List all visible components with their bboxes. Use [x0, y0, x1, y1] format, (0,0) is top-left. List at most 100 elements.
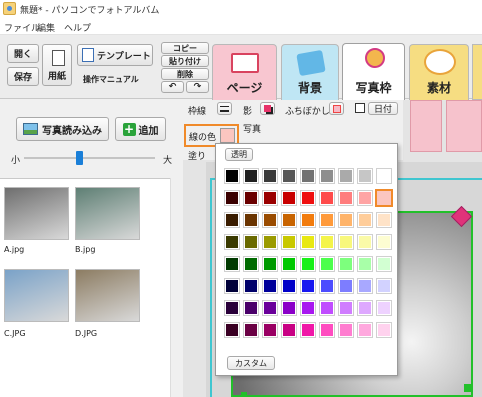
color-swatch[interactable]	[319, 300, 335, 316]
delete-button[interactable]: 削除	[161, 68, 209, 80]
color-swatch[interactable]	[357, 168, 373, 184]
color-swatch[interactable]	[376, 256, 392, 272]
menu-help[interactable]: ヘルプ	[64, 21, 91, 34]
color-swatch[interactable]	[243, 234, 259, 250]
color-swatch[interactable]	[300, 256, 316, 272]
color-swatch[interactable]	[357, 256, 373, 272]
color-swatch[interactable]	[281, 278, 297, 294]
load-photo-button[interactable]: 写真読み込み	[16, 117, 109, 141]
thumbnail-d[interactable]	[75, 269, 140, 322]
color-swatch[interactable]	[338, 278, 354, 294]
thumbnail-size-slider-track[interactable]	[24, 157, 155, 159]
color-swatch[interactable]	[224, 168, 240, 184]
color-swatch[interactable]	[319, 190, 335, 206]
color-swatch[interactable]	[319, 322, 335, 338]
thumbnail-c[interactable]	[4, 269, 69, 322]
color-swatch[interactable]	[319, 256, 335, 272]
color-swatch[interactable]	[376, 212, 392, 228]
color-swatch[interactable]	[262, 300, 278, 316]
resize-handle[interactable]	[241, 392, 247, 397]
custom-color-button[interactable]: カスタム	[227, 356, 275, 370]
color-swatch[interactable]	[262, 168, 278, 184]
shadow-button[interactable]	[260, 102, 275, 115]
color-swatch[interactable]	[224, 212, 240, 228]
color-swatch[interactable]	[357, 300, 373, 316]
color-swatch[interactable]	[300, 168, 316, 184]
color-swatch[interactable]	[224, 234, 240, 250]
color-swatch[interactable]	[224, 300, 240, 316]
color-swatch[interactable]	[357, 322, 373, 338]
color-swatch[interactable]	[319, 168, 335, 184]
color-swatch[interactable]	[338, 322, 354, 338]
color-swatch[interactable]	[357, 278, 373, 294]
tab-overflow[interactable]	[472, 44, 482, 100]
color-swatch[interactable]	[300, 212, 316, 228]
color-swatch[interactable]	[300, 278, 316, 294]
add-button[interactable]: + 追加	[115, 117, 166, 141]
color-swatch[interactable]	[300, 322, 316, 338]
thumbnail-size-slider-thumb[interactable]	[76, 151, 84, 165]
color-swatch[interactable]	[338, 234, 354, 250]
color-swatch[interactable]	[281, 212, 297, 228]
redo-button[interactable]: ↷	[186, 81, 209, 93]
open-button[interactable]: 開く	[7, 44, 39, 63]
color-swatch[interactable]	[262, 278, 278, 294]
color-swatch[interactable]	[338, 256, 354, 272]
menu-edit[interactable]: 編集	[37, 21, 55, 34]
color-swatch[interactable]	[262, 322, 278, 338]
color-swatch[interactable]	[243, 256, 259, 272]
color-swatch[interactable]	[281, 322, 297, 338]
color-swatch[interactable]	[243, 212, 259, 228]
color-swatch[interactable]	[376, 278, 392, 294]
line-style-button[interactable]	[217, 102, 232, 115]
date-button[interactable]: 日付	[368, 102, 398, 115]
color-swatch[interactable]	[300, 190, 316, 206]
color-swatch[interactable]	[243, 190, 259, 206]
color-swatch[interactable]	[376, 168, 392, 184]
color-swatch[interactable]	[357, 190, 373, 206]
color-swatch[interactable]	[281, 234, 297, 250]
color-swatch[interactable]	[281, 168, 297, 184]
resize-handle[interactable]	[464, 384, 472, 392]
color-swatch[interactable]	[376, 234, 392, 250]
color-swatch[interactable]	[281, 190, 297, 206]
page-slot[interactable]	[410, 100, 442, 152]
color-swatch[interactable]	[338, 212, 354, 228]
line-color-swatch[interactable]	[220, 128, 235, 143]
color-swatch[interactable]	[319, 234, 335, 250]
color-swatch[interactable]	[262, 212, 278, 228]
color-swatch[interactable]	[338, 190, 354, 206]
tab-page[interactable]: ページ	[212, 44, 277, 100]
color-swatch[interactable]	[262, 256, 278, 272]
paper-button[interactable]: 用紙	[42, 44, 72, 86]
thumbnail-a[interactable]	[4, 187, 69, 240]
color-swatch[interactable]	[224, 278, 240, 294]
thumbnail-b[interactable]	[75, 187, 140, 240]
tab-photo-frame[interactable]: 写真枠	[342, 43, 405, 100]
color-swatch[interactable]	[224, 190, 240, 206]
paste-button[interactable]: 貼り付け	[161, 55, 209, 67]
color-swatch[interactable]	[243, 168, 259, 184]
color-swatch[interactable]	[376, 300, 392, 316]
tab-background[interactable]: 背景	[281, 44, 339, 100]
color-swatch[interactable]	[224, 322, 240, 338]
color-swatch[interactable]	[338, 300, 354, 316]
tab-materials[interactable]: 素材	[409, 44, 469, 100]
color-swatch[interactable]	[224, 256, 240, 272]
undo-button[interactable]: ↶	[161, 81, 184, 93]
template-button[interactable]: テンプレート	[77, 44, 153, 66]
color-swatch[interactable]	[319, 212, 335, 228]
color-swatch[interactable]	[243, 278, 259, 294]
color-swatch[interactable]	[319, 278, 335, 294]
copy-button[interactable]: コピー	[161, 42, 209, 54]
color-swatch[interactable]	[375, 189, 393, 207]
date-checkbox[interactable]	[355, 103, 365, 113]
color-swatch[interactable]	[300, 234, 316, 250]
manual-link[interactable]: 操作マニュアル	[83, 74, 139, 85]
color-swatch[interactable]	[338, 168, 354, 184]
color-swatch[interactable]	[357, 212, 373, 228]
color-swatch[interactable]	[300, 300, 316, 316]
color-swatch[interactable]	[281, 300, 297, 316]
page-slot[interactable]	[446, 100, 482, 152]
color-swatch[interactable]	[243, 322, 259, 338]
